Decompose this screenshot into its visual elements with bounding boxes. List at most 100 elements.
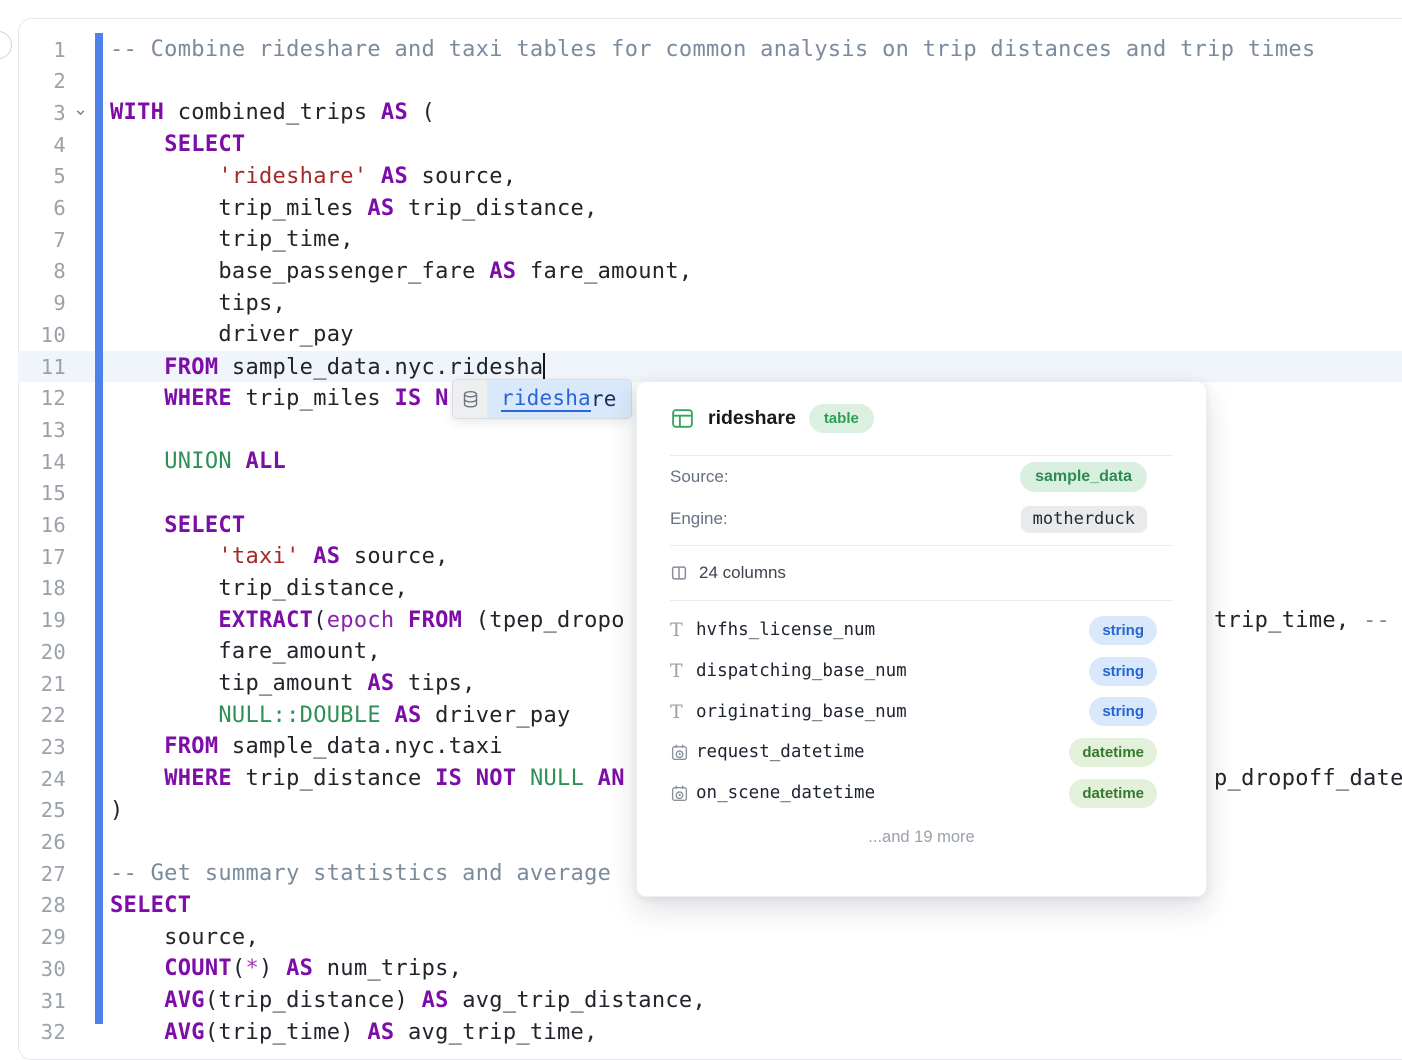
line-number: 24 xyxy=(18,767,66,791)
datetime-type-icon xyxy=(670,784,689,803)
columns-summary-row: 24 columns xyxy=(670,546,1173,600)
code-text: SELECT xyxy=(110,893,191,918)
text-type-icon: T xyxy=(670,619,696,641)
line-number: 5 xyxy=(18,164,66,188)
fold-column xyxy=(66,65,95,97)
autocomplete-item-rideshare[interactable]: rideshare xyxy=(487,380,631,418)
code-line-9[interactable]: 9 tips, xyxy=(18,287,1402,319)
code-line-10[interactable]: 10 driver_pay xyxy=(18,319,1402,351)
columns-summary: 24 columns xyxy=(699,563,786,583)
fold-column xyxy=(66,636,95,668)
datetime-type-icon xyxy=(670,743,689,762)
autocomplete-rest-text: re xyxy=(591,387,617,411)
line-number: 15 xyxy=(18,481,66,505)
fold-column xyxy=(66,985,95,1017)
code-line-5[interactable]: 5 'rideshare' AS source, xyxy=(18,161,1402,193)
change-gutter-bar xyxy=(95,33,103,1024)
fold-column xyxy=(66,256,95,288)
database-icon xyxy=(453,380,487,418)
code-line-31[interactable]: 31 AVG(trip_distance) AS avg_trip_distan… xyxy=(18,985,1402,1017)
fold-column xyxy=(66,921,95,953)
text-type-icon: T xyxy=(670,619,683,641)
fold-column xyxy=(66,192,95,224)
fold-toggle[interactable] xyxy=(66,97,95,129)
code-line-30[interactable]: 30 COUNT(*) AS num_trips, xyxy=(18,953,1402,985)
datetime-type-icon xyxy=(670,743,696,762)
code-text: WITH combined_trips AS ( xyxy=(110,100,435,125)
text-type-icon: T xyxy=(670,660,683,682)
fold-column xyxy=(66,319,95,351)
fold-column xyxy=(66,699,95,731)
column-name: originating_base_num xyxy=(696,702,1089,722)
text-cursor xyxy=(543,353,545,379)
code-line-1[interactable]: 1-- Combine rideshare and taxi tables fo… xyxy=(18,34,1402,66)
line-number: 4 xyxy=(18,133,66,157)
table-info-card: rideshare table Source: sample_data Engi… xyxy=(636,381,1207,897)
code-text: SELECT xyxy=(110,513,245,538)
fold-column xyxy=(66,414,95,446)
fold-column xyxy=(66,161,95,193)
line-number: 21 xyxy=(18,672,66,696)
line-number: 12 xyxy=(18,386,66,410)
line-number: 22 xyxy=(18,703,66,727)
code-line-29[interactable]: 29 source, xyxy=(18,921,1402,953)
fold-column xyxy=(66,224,95,256)
line-number: 11 xyxy=(18,355,66,379)
line-number: 27 xyxy=(18,862,66,886)
line-number: 6 xyxy=(18,196,66,220)
code-text: COUNT(*) AS num_trips, xyxy=(110,956,462,981)
fold-column xyxy=(66,826,95,858)
column-row: Toriginating_base_numstring xyxy=(670,691,1157,732)
columns-icon xyxy=(670,564,688,582)
code-text: trip_time, xyxy=(110,227,354,252)
column-name: hvfhs_license_num xyxy=(696,620,1089,640)
text-type-icon: T xyxy=(670,701,696,723)
line-number: 31 xyxy=(18,989,66,1013)
fold-column xyxy=(66,1016,95,1048)
text-type-icon: T xyxy=(670,701,683,723)
code-line-8[interactable]: 8 base_passenger_fare AS fare_amount, xyxy=(18,256,1402,288)
fold-column xyxy=(66,351,95,383)
line-number: 2 xyxy=(18,69,66,93)
line-number: 25 xyxy=(18,798,66,822)
code-text: EXTRACT(epoch FROM (tpep_dropo xyxy=(110,608,625,633)
code-text: trip_miles AS trip_distance, xyxy=(110,196,598,221)
code-line-6[interactable]: 6 trip_miles AS trip_distance, xyxy=(18,192,1402,224)
code-text: SELECT xyxy=(110,132,245,157)
line-number: 14 xyxy=(18,450,66,474)
code-line-7[interactable]: 7 trip_time, xyxy=(18,224,1402,256)
code-text: FROM sample_data.nyc.taxi xyxy=(110,734,503,759)
line-number: 17 xyxy=(18,545,66,569)
line-number: 29 xyxy=(18,925,66,949)
source-label: Source: xyxy=(670,467,729,487)
code-line-3[interactable]: 3 WITH combined_trips AS ( xyxy=(18,97,1402,129)
code-text: FROM sample_data.nyc.ridesha xyxy=(110,353,545,380)
column-type-badge: string xyxy=(1089,697,1157,726)
line-number: 20 xyxy=(18,640,66,664)
fold-column xyxy=(66,795,95,827)
code-text: driver_pay xyxy=(110,322,354,347)
code-text: tip_amount AS tips, xyxy=(110,671,476,696)
fold-column xyxy=(66,953,95,985)
line-number: 16 xyxy=(18,513,66,537)
code-line-11[interactable]: 11 FROM sample_data.nyc.ridesha xyxy=(18,351,1402,383)
fold-column xyxy=(66,573,95,605)
line-number: 30 xyxy=(18,957,66,981)
column-name: on_scene_datetime xyxy=(696,783,1069,803)
code-line-4[interactable]: 4 SELECT xyxy=(18,129,1402,161)
code-text: -- Combine rideshare and taxi tables for… xyxy=(110,37,1316,62)
code-text: WHERE trip_miles IS N xyxy=(110,386,449,411)
fold-column xyxy=(66,604,95,636)
code-line-2[interactable]: 2 xyxy=(18,65,1402,97)
fold-column xyxy=(66,446,95,478)
line-number: 28 xyxy=(18,893,66,917)
code-text: 'taxi' AS source, xyxy=(110,544,449,569)
code-line-32[interactable]: 32 AVG(trip_time) AS avg_trip_time, xyxy=(18,1016,1402,1048)
engine-value-badge: motherduck xyxy=(1021,506,1147,533)
code-text: -- Get summary statistics and average xyxy=(110,861,625,886)
code-text: WHERE trip_distance IS NOT NULL AN xyxy=(110,766,625,791)
fold-column xyxy=(66,541,95,573)
more-columns-text: ...and 19 more xyxy=(670,822,1173,852)
source-value-badge: sample_data xyxy=(1020,462,1147,492)
line-number: 3 xyxy=(18,101,66,125)
